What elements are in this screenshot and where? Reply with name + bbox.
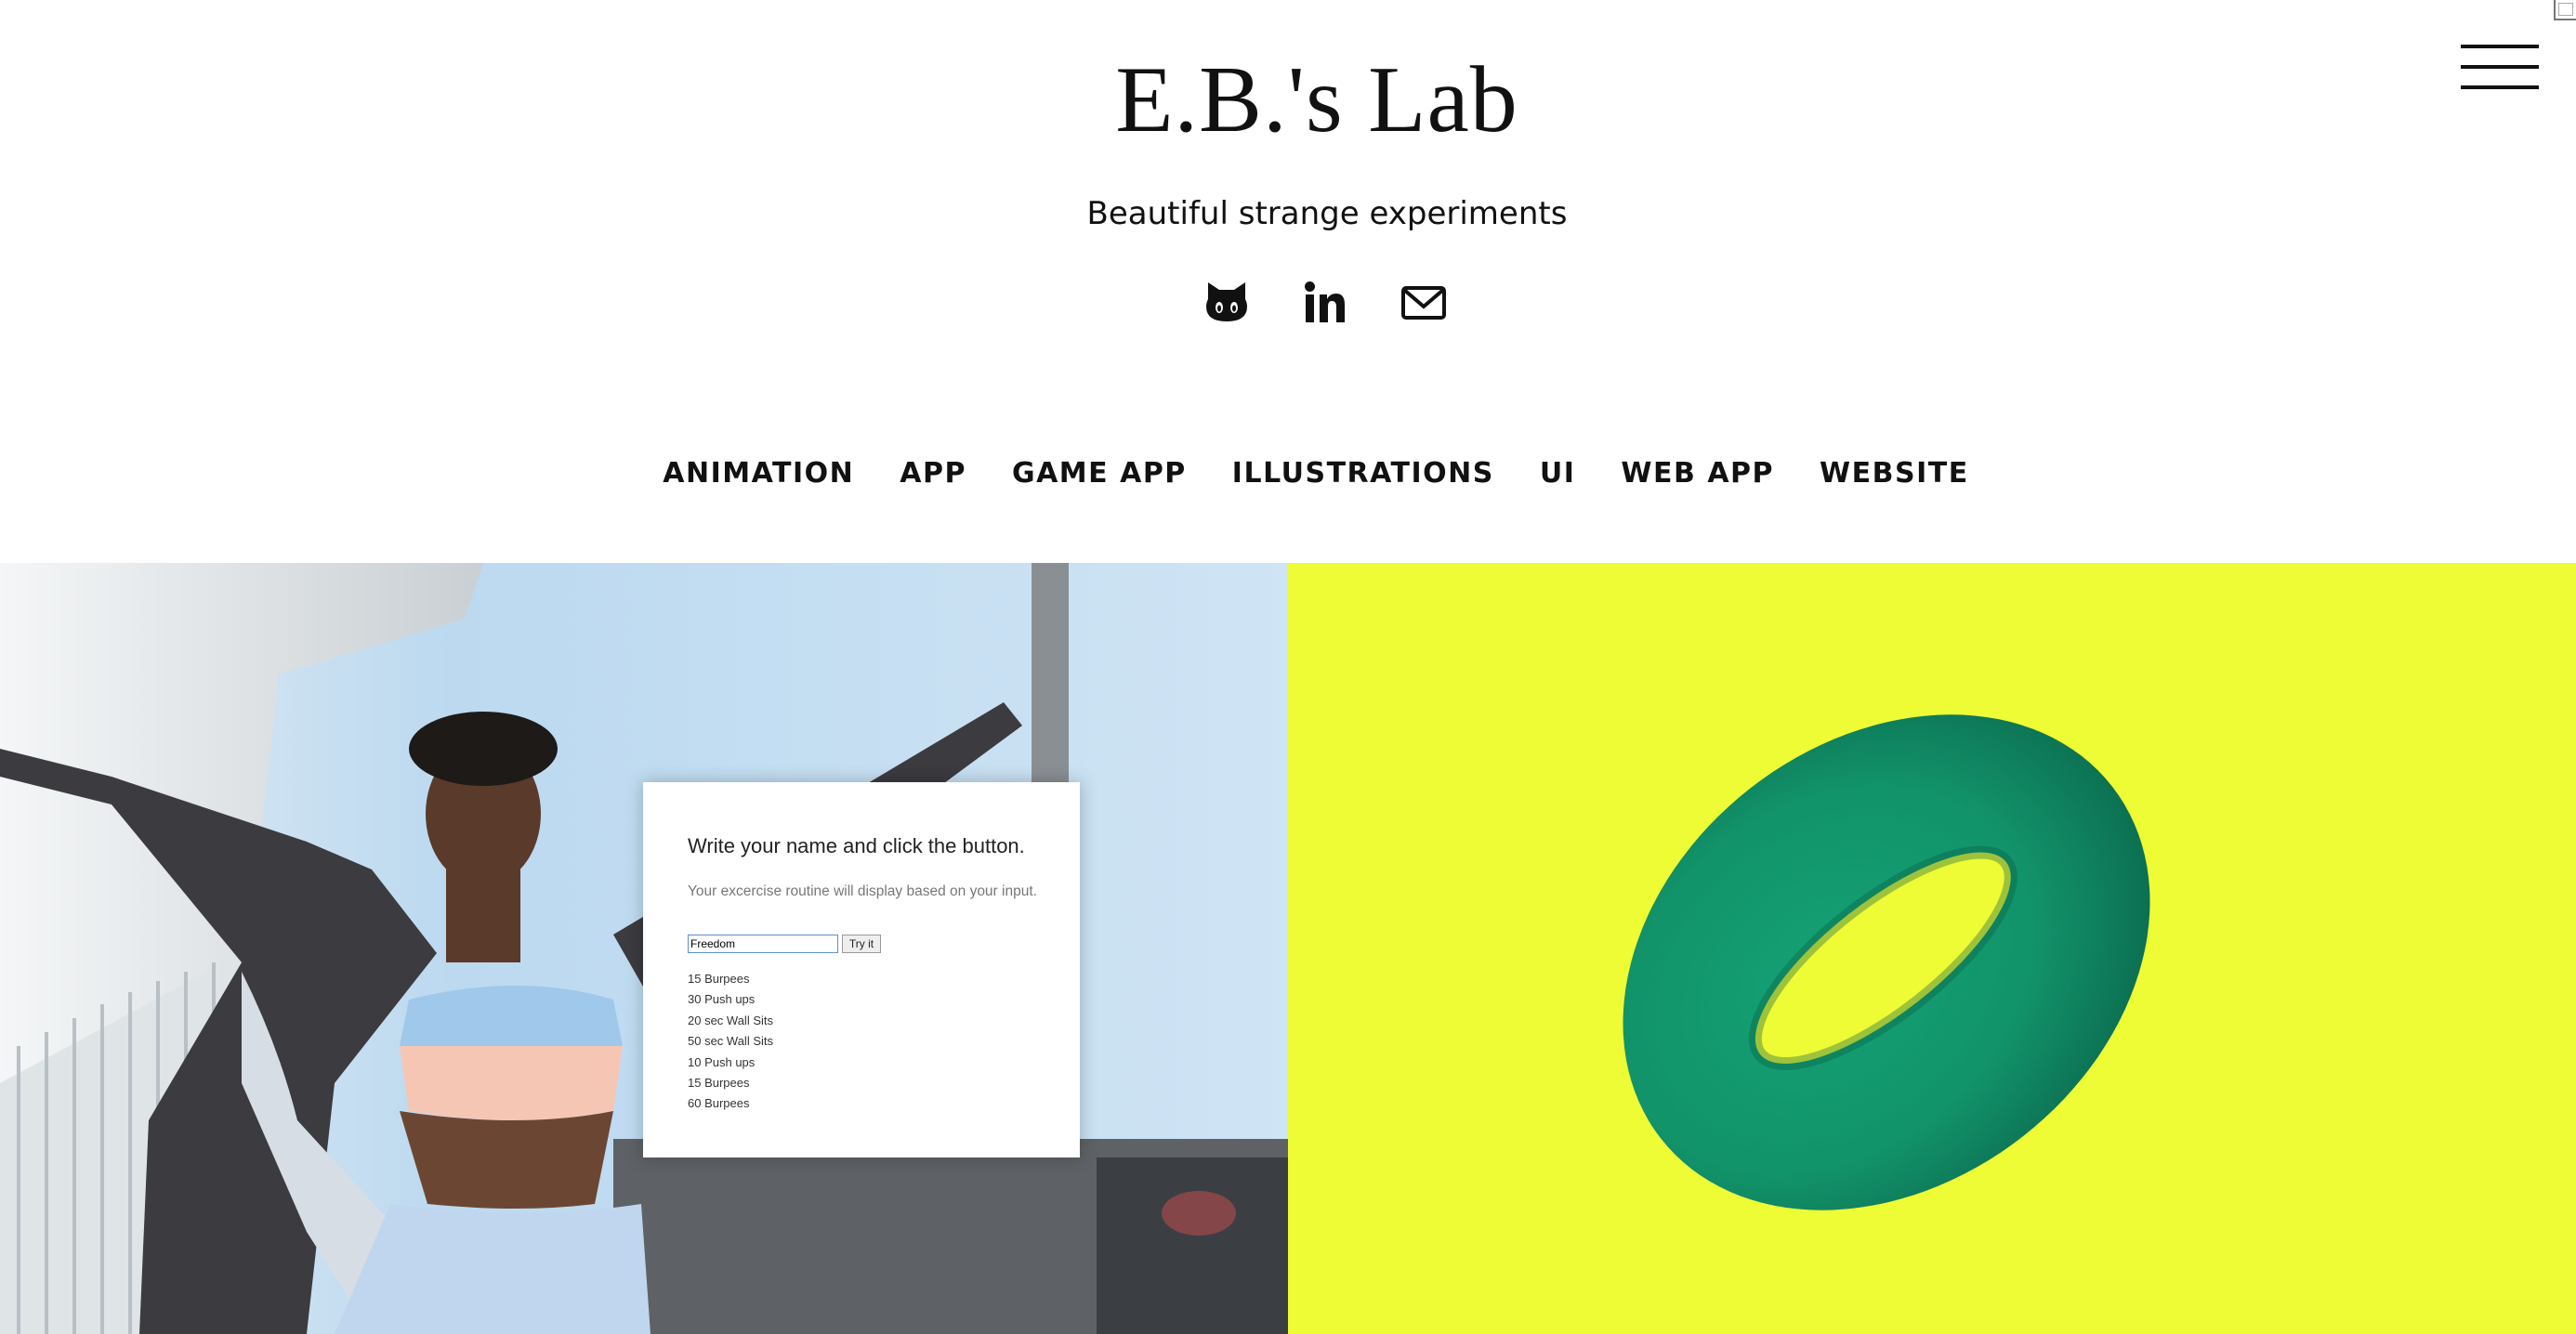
site-header: E.B.'s Lab Beautiful strange experiments [0, 0, 2576, 563]
menu-line-icon [2461, 85, 2539, 89]
menu-line-icon [2461, 65, 2539, 69]
project-tile-exercise-app[interactable]: Write your name and click the button. Yo… [0, 563, 1288, 1334]
nav-item-illustrations[interactable]: ILLUSTRATIONS [1232, 448, 1494, 500]
routine-item: 10 Push ups [688, 1054, 756, 1069]
routine-item: 15 Burpees [688, 1076, 750, 1091]
site-title[interactable]: E.B.'s Lab [0, 45, 2576, 156]
nav-item-web-app[interactable]: WEB APP [1621, 448, 1774, 500]
routine-item: 50 sec Wall Sits [688, 1034, 773, 1049]
resize-corner-icon [2554, 0, 2576, 20]
exercise-form-card: Write your name and click the button. Yo… [643, 782, 1080, 1157]
nav-item-animation[interactable]: ANIMATION [663, 448, 854, 500]
name-input[interactable] [688, 935, 838, 953]
menu-line-icon [2461, 45, 2539, 48]
routine-item: 15 Burpees [688, 972, 750, 986]
mail-icon [1401, 286, 1446, 320]
category-nav: ANIMATION APP GAME APP ILLUSTRATIONS UI … [0, 448, 2576, 500]
github-link[interactable] [1199, 275, 1255, 331]
nav-item-app[interactable]: APP [900, 448, 966, 500]
project-tile-torus[interactable] [1288, 563, 2576, 1334]
card-description: Your excercise routine will display base… [688, 883, 1037, 899]
linkedin-icon [1305, 281, 1345, 322]
nav-item-website[interactable]: WEBSITE [1820, 448, 1969, 500]
nav-item-game-app[interactable]: GAME APP [1012, 448, 1187, 500]
nav-item-ui[interactable]: UI [1540, 448, 1576, 500]
linkedin-link[interactable] [1297, 275, 1353, 331]
routine-item: 30 Push ups [688, 992, 756, 1007]
site-tagline: Beautiful strange experiments [1086, 195, 1568, 232]
routine-item: 20 sec Wall Sits [688, 1013, 773, 1027]
hamburger-menu-button[interactable] [2453, 39, 2546, 97]
try-it-button[interactable]: Try it [842, 935, 881, 953]
github-icon [1206, 282, 1247, 321]
torus-illustration [1623, 714, 2150, 1210]
routine-list: 15 Burpees 30 Push ups 20 sec Wall Sits … [688, 969, 773, 1115]
social-links [1199, 275, 1452, 331]
card-heading: Write your name and click the button. [688, 834, 1025, 857]
email-link[interactable] [1396, 275, 1452, 331]
routine-item: 60 Burpees [688, 1096, 750, 1111]
